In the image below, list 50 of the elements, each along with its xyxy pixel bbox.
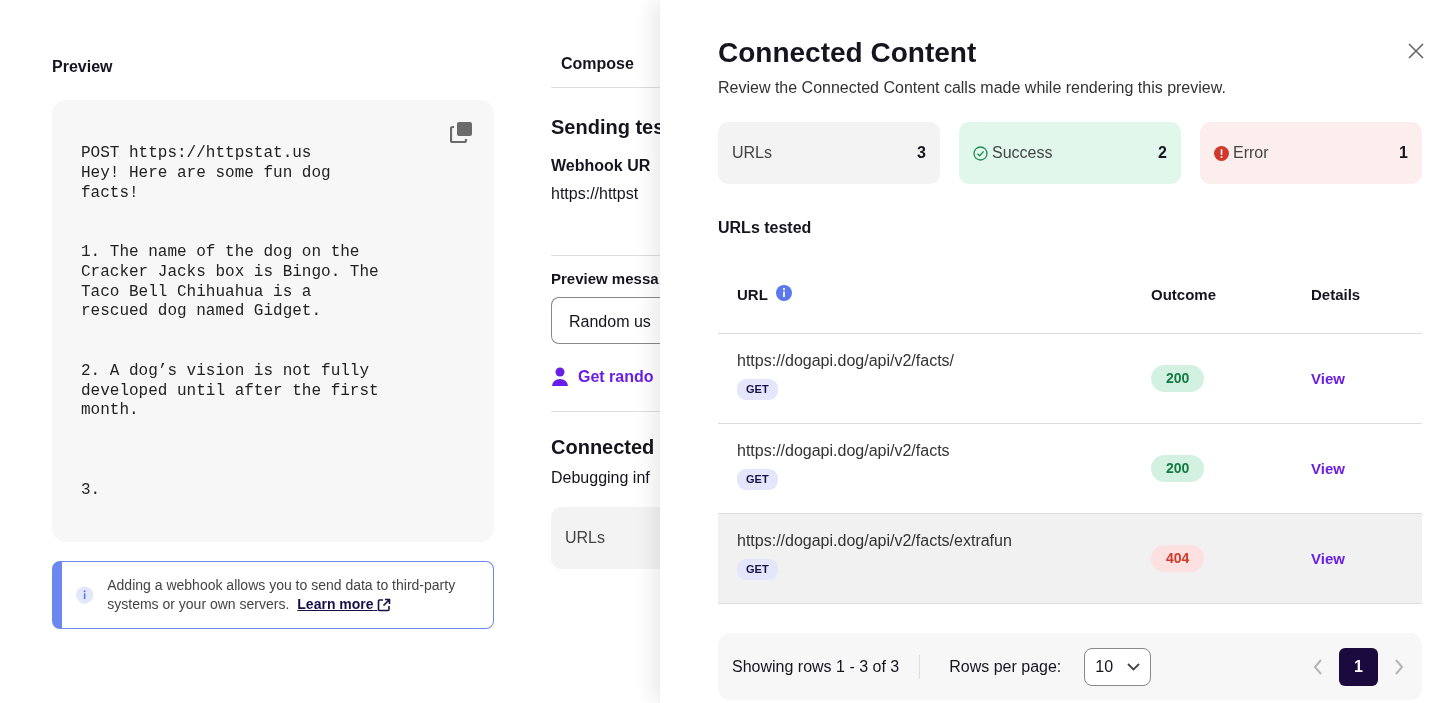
table-title: URLs tested [718, 218, 813, 238]
status-code-tag: 404 [1151, 545, 1205, 572]
tab[interactable]: Compose [551, 52, 644, 87]
notice-text: Adding a webhook allows you to send data to third-party systems or your own servers. Learn more [107, 576, 457, 614]
view-link[interactable]: View [1311, 369, 1345, 387]
url-text: https://dogapi.dog/api/v2/facts [737, 441, 951, 461]
summary-card: URLs [551, 506, 660, 569]
chevron-left-icon [1313, 659, 1323, 676]
summary-label: URLs [732, 143, 772, 163]
view-link[interactable]: View [1311, 459, 1345, 477]
chevron-right-icon [1394, 659, 1404, 676]
close-icon[interactable] [1408, 43, 1424, 59]
drawer-title: Connected Content [718, 36, 977, 70]
method-tag: GET [737, 559, 778, 580]
external-link-icon [377, 598, 392, 613]
method-tag: GET [737, 469, 778, 490]
copy-icon[interactable] [450, 121, 473, 143]
preview-title: Preview [52, 57, 114, 77]
rows-per-page-label: Rows per page: [949, 656, 1062, 677]
view-link[interactable]: View [1311, 549, 1345, 567]
page-button[interactable]: 1 [1339, 647, 1378, 686]
alert-icon [1214, 145, 1229, 161]
field-label: Preview messa [551, 269, 660, 289]
info-icon[interactable] [775, 284, 792, 301]
column-header: URL [737, 285, 768, 306]
summary-count: 3 [917, 143, 926, 163]
column-header: Details [1311, 285, 1361, 306]
section-title: Connected [551, 434, 656, 460]
random-user-link[interactable]: Get rando [578, 364, 654, 389]
field-label: Webhook UR [551, 156, 652, 176]
column-header: Outcome [1151, 285, 1216, 306]
summary-label: Success [992, 143, 1053, 163]
status-code-tag: 200 [1151, 455, 1205, 482]
chevron-down-icon [1127, 662, 1141, 671]
summary-count: 1 [1399, 143, 1408, 163]
summary-count: 2 [1158, 143, 1167, 163]
rows-per-page-select[interactable]: 10 [1084, 647, 1152, 686]
rows-count-text: Showing rows 1 - 3 of 3 [732, 656, 900, 677]
drawer-subtitle: Review the Connected Content calls made while rendering this preview. [718, 78, 1227, 98]
webhook-url: https://httpst [551, 184, 640, 204]
summary-label: Error [1233, 143, 1269, 163]
check-circle-icon [973, 145, 988, 161]
section-text: Debugging inf [551, 467, 651, 488]
url-text: https://dogapi.dog/api/v2/facts/extrafun [737, 531, 1013, 551]
url-text: https://dogapi.dog/api/v2/facts/ [737, 351, 956, 371]
code-text: POST https://httpstat.us Hey! Here are some fun dog facts! 1. The name of the dog on the Cracker Jacks box is Bingo. The Taco Bell Chihuahua is a rescued dog named Gidget. 2. A dog’s vision is not fully developed until after the first month. 3. [81, 144, 380, 501]
status-code-tag: 200 [1151, 365, 1205, 392]
person-icon [551, 367, 569, 386]
learn-more-link[interactable]: Learn more [297, 596, 392, 612]
method-tag: GET [737, 379, 778, 400]
